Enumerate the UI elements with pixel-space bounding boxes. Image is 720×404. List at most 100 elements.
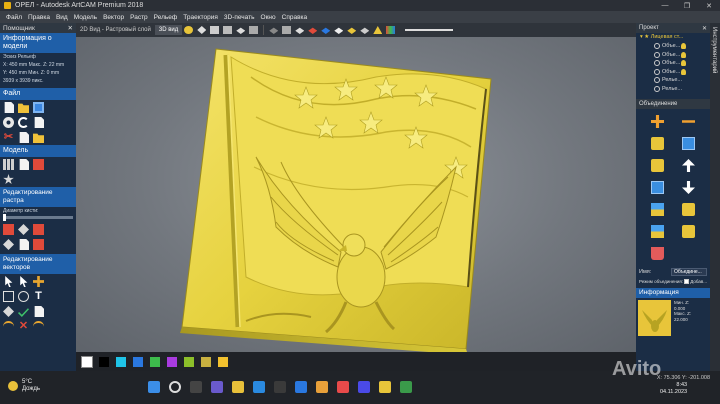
start-icon[interactable] <box>148 381 160 393</box>
menu-file[interactable]: Файл <box>6 14 22 21</box>
relief-blue-icon[interactable] <box>321 27 331 34</box>
close-icon[interactable]: ✕ <box>702 25 707 32</box>
mail-icon[interactable] <box>295 381 307 393</box>
grid-icon[interactable] <box>3 159 14 170</box>
menu-3d-print[interactable]: 3D-печать <box>224 14 255 21</box>
side-view-icon[interactable] <box>249 26 259 34</box>
lightbulb-icon[interactable] <box>681 51 687 58</box>
menu-help[interactable]: Справка <box>282 14 308 21</box>
project-item[interactable]: Объе... <box>636 59 710 68</box>
color-swatch[interactable] <box>133 356 143 367</box>
eye-icon[interactable] <box>654 77 660 84</box>
close-icon[interactable]: ✕ <box>68 24 73 32</box>
iso-view-icon[interactable] <box>197 26 207 34</box>
curve-icon[interactable] <box>3 321 14 332</box>
raster-section-title[interactable]: Редактирование растра <box>0 187 76 207</box>
stack-blue-icon[interactable] <box>651 225 664 238</box>
minimize-button[interactable]: — <box>654 0 676 11</box>
tab-2d-view[interactable]: 2D Вид - Растровый слой <box>76 25 155 35</box>
color-swatch[interactable] <box>150 356 160 367</box>
3d-viewport[interactable] <box>76 37 636 352</box>
search-icon[interactable] <box>169 381 181 393</box>
artcam-icon[interactable] <box>379 381 391 393</box>
star-icon[interactable] <box>3 174 14 185</box>
check-icon[interactable] <box>18 308 29 317</box>
color-swatch[interactable] <box>116 356 126 367</box>
app-icon[interactable] <box>400 381 412 393</box>
text-icon[interactable]: T <box>33 291 44 302</box>
offset-icon[interactable] <box>34 306 44 317</box>
material-icon[interactable] <box>295 27 305 34</box>
merge-folder-icon[interactable] <box>651 137 664 150</box>
select-cursor-icon[interactable] <box>5 276 13 287</box>
settings-gear-icon[interactable] <box>3 117 14 128</box>
front-view-icon[interactable] <box>223 26 233 34</box>
relief-gold-icon[interactable] <box>347 27 357 34</box>
color-swatch[interactable] <box>99 356 109 367</box>
yandex-icon[interactable] <box>337 381 349 393</box>
menu-vector[interactable]: Вектор <box>103 14 124 21</box>
project-root[interactable]: ▾ ★ Лицевая ст... <box>636 33 710 42</box>
relief-red-icon[interactable] <box>308 27 318 34</box>
move-down-icon[interactable] <box>682 181 695 194</box>
eye-icon[interactable] <box>654 60 660 67</box>
lightbulb-icon[interactable] <box>681 68 687 75</box>
color-swatch[interactable] <box>218 356 228 367</box>
close-button[interactable]: ✕ <box>698 0 720 11</box>
project-item[interactable]: Объе... <box>636 51 710 60</box>
paste-icon[interactable] <box>33 133 44 143</box>
tab-3d-view[interactable]: 3D вид <box>154 25 183 35</box>
cube-icon[interactable] <box>210 26 220 34</box>
menu-relief[interactable]: Рельеф <box>154 14 178 21</box>
file-section-title[interactable]: Файл <box>0 88 76 100</box>
menu-toolpath[interactable]: Траектория <box>183 14 218 21</box>
color-swatch[interactable] <box>81 355 93 368</box>
weld-icon[interactable] <box>3 306 14 317</box>
lightbulb-icon[interactable] <box>681 60 687 67</box>
erase-icon[interactable] <box>19 239 29 250</box>
shape-icon[interactable] <box>3 239 14 250</box>
flatten-icon[interactable] <box>651 181 664 194</box>
resize-icon[interactable] <box>19 159 29 170</box>
circle-icon[interactable] <box>18 291 29 302</box>
top-view-icon[interactable] <box>236 27 246 34</box>
task-view-icon[interactable] <box>190 381 202 393</box>
toolbox-side-tab[interactable]: Инструментарий <box>710 23 720 371</box>
pencil-icon[interactable] <box>3 224 14 235</box>
save-icon[interactable] <box>33 102 44 113</box>
brush-diameter-slider[interactable] <box>3 214 73 221</box>
project-item[interactable]: Релье... <box>636 76 710 85</box>
explorer-icon[interactable] <box>232 381 244 393</box>
color-swatch[interactable] <box>184 356 194 367</box>
toolbar-slider[interactable] <box>405 29 454 31</box>
cut-icon[interactable]: ✂ <box>3 132 14 143</box>
maximize-button[interactable]: ❐ <box>676 0 698 11</box>
new-file-icon[interactable] <box>4 102 14 113</box>
color-swatch[interactable] <box>201 356 211 367</box>
eye-icon[interactable] <box>654 51 660 58</box>
merge-mode-checkbox[interactable] <box>684 279 690 284</box>
layer-icon[interactable] <box>651 159 664 172</box>
rectangle-icon[interactable] <box>3 291 14 302</box>
merge-name-field[interactable]: Объедине... <box>671 268 707 276</box>
document-icon[interactable] <box>34 117 44 128</box>
add-icon[interactable] <box>651 115 664 128</box>
transform-icon[interactable] <box>33 276 44 287</box>
vector-section-title[interactable]: Редактирование векторов <box>0 254 76 274</box>
marker-icon[interactable] <box>33 239 44 250</box>
trim-icon[interactable]: ✕ <box>18 321 29 332</box>
copy-icon[interactable] <box>19 132 29 143</box>
open-folder-icon[interactable] <box>18 103 29 113</box>
model-section-title[interactable]: Модель <box>0 145 76 157</box>
lightbulb-icon[interactable] <box>681 43 687 50</box>
menu-model[interactable]: Модель <box>74 14 97 21</box>
edge-icon[interactable] <box>253 381 265 393</box>
subtract-icon[interactable] <box>682 120 695 123</box>
eye-icon[interactable] <box>654 68 660 75</box>
node-edit-icon[interactable] <box>20 276 28 287</box>
merge-result-icon[interactable] <box>682 225 695 238</box>
menu-edit[interactable]: Правка <box>28 14 50 21</box>
stack-icon[interactable] <box>651 203 664 216</box>
combine-icon[interactable] <box>682 203 695 216</box>
lightbulb-icon[interactable] <box>184 26 194 34</box>
